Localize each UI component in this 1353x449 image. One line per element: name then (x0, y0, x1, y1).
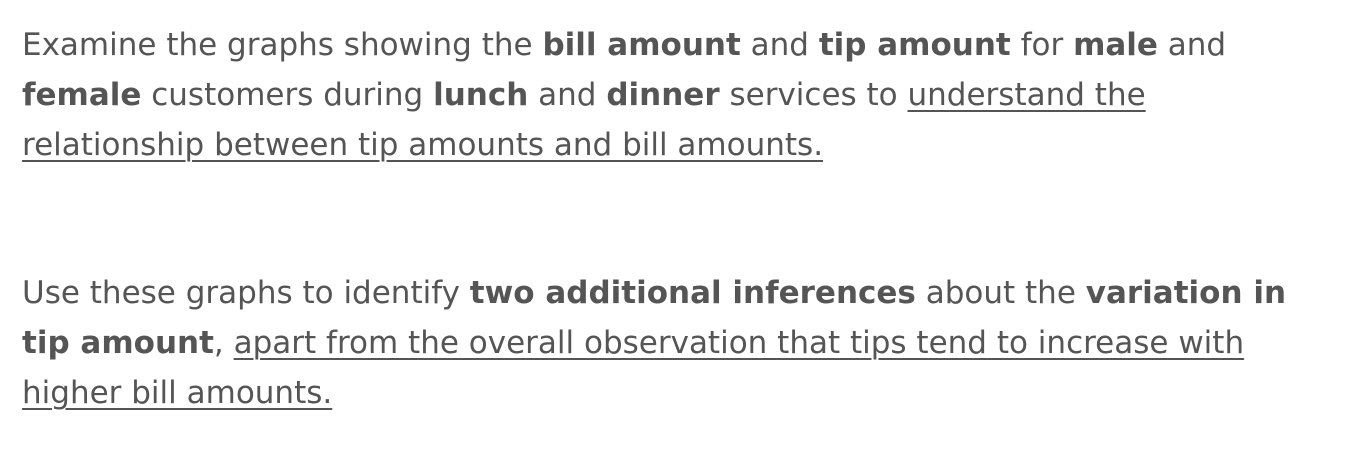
emphasis-bill-amount: bill amount (542, 27, 741, 63)
emphasis-lunch: lunch (433, 77, 529, 113)
emphasis-dinner: dinner (606, 77, 720, 113)
instruction-paragraph-1: Examine the graphs showing the bill amou… (22, 20, 1337, 170)
text-segment: and (1157, 27, 1227, 63)
text-segment: and (740, 27, 819, 63)
text-segment: Examine the graphs showing the (22, 27, 543, 63)
text-segment: , (213, 325, 234, 361)
text-segment: about the (915, 275, 1086, 311)
text-segment: and (528, 77, 607, 113)
text-segment: for (1010, 27, 1074, 63)
text-segment: Use these graphs to identify (22, 275, 470, 311)
emphasis-female: female (22, 77, 142, 113)
instructions-document: Examine the graphs showing the bill amou… (22, 20, 1337, 418)
emphasis-tip-amount: tip amount (818, 27, 1011, 63)
emphasis-two-additional-inferences: two additional inferences (469, 275, 916, 311)
emphasis-male: male (1073, 27, 1158, 63)
text-segment: services to (719, 77, 908, 113)
text-segment: customers during (141, 77, 434, 113)
instruction-paragraph-2: Use these graphs to identify two additio… (22, 268, 1337, 418)
